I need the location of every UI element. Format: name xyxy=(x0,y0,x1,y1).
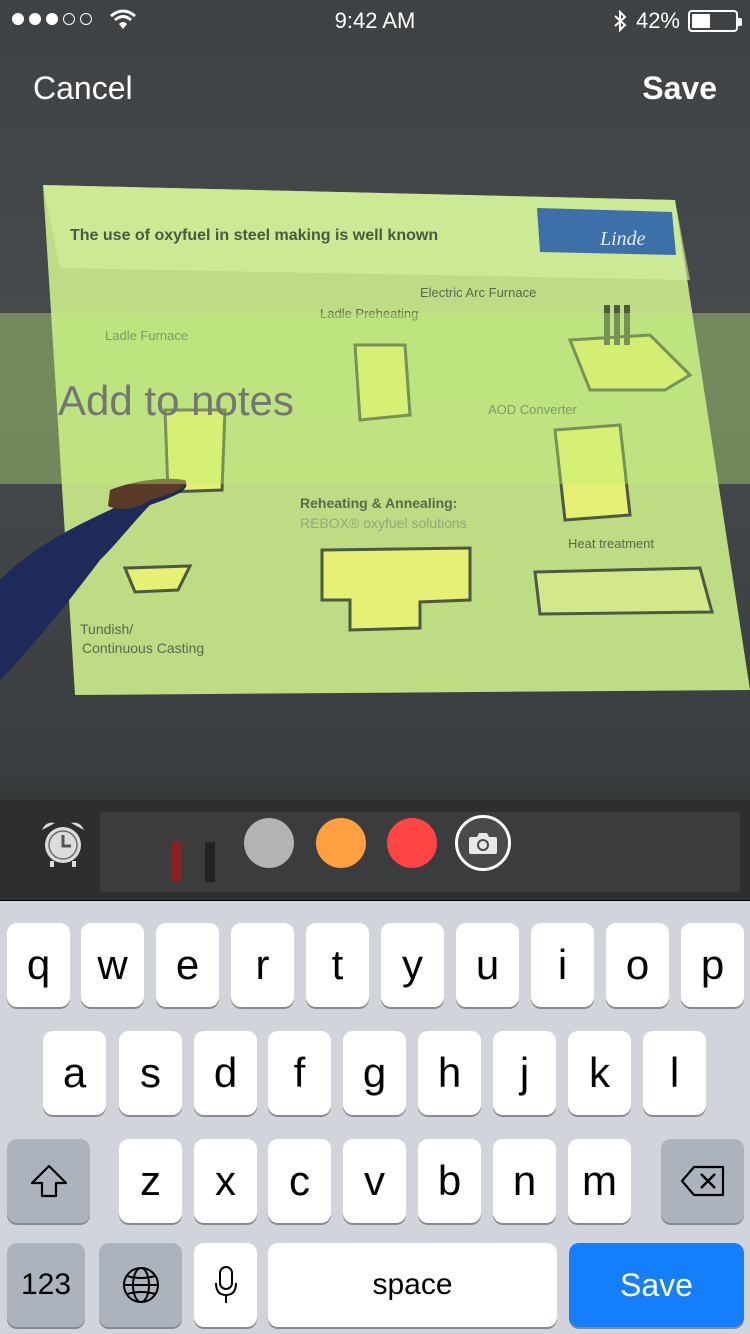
key-s[interactable]: s xyxy=(119,1031,182,1115)
key-t[interactable]: t xyxy=(306,923,369,1007)
key-b[interactable]: b xyxy=(418,1139,481,1223)
slide-label-rebox: REBOX® oxyfuel solutions xyxy=(300,515,467,531)
slide-label-tundish: Tundish/ xyxy=(80,621,133,637)
shift-key[interactable] xyxy=(7,1139,90,1223)
notes-input[interactable] xyxy=(58,377,698,425)
numbers-key[interactable]: 123 xyxy=(7,1243,85,1327)
slide-label-casting: Continuous Casting xyxy=(82,640,204,656)
key-c[interactable]: c xyxy=(268,1139,331,1223)
keyboard: q w e r t y u i o p a s d f g h j k l z … xyxy=(0,901,750,1334)
key-l[interactable]: l xyxy=(643,1031,706,1115)
battery-level xyxy=(692,14,710,28)
keyboard-save-key[interactable]: Save xyxy=(569,1243,744,1327)
color-orange-button[interactable] xyxy=(316,818,366,868)
save-button[interactable]: Save xyxy=(642,70,717,107)
slide-label-reheating: Reheating & Annealing: xyxy=(300,495,457,511)
key-i[interactable]: i xyxy=(531,923,594,1007)
key-g[interactable]: g xyxy=(343,1031,406,1115)
slide-label-heat-treatment: Heat treatment xyxy=(568,536,654,551)
color-gray-button[interactable] xyxy=(244,818,294,868)
shift-icon xyxy=(30,1164,67,1198)
alarm-clock-icon[interactable] xyxy=(38,818,88,868)
key-j[interactable]: j xyxy=(493,1031,556,1115)
camera-button[interactable] xyxy=(455,815,511,871)
camera-icon xyxy=(469,833,497,854)
slide-label-eaf: Electric Arc Furnace xyxy=(420,285,536,300)
slide-logo: Linde xyxy=(599,228,646,250)
bluetooth-icon xyxy=(614,9,627,33)
key-p[interactable]: p xyxy=(681,923,744,1007)
key-u[interactable]: u xyxy=(456,923,519,1007)
cancel-button[interactable]: Cancel xyxy=(33,70,133,107)
globe-key[interactable] xyxy=(99,1243,182,1327)
key-k[interactable]: k xyxy=(568,1031,631,1115)
backspace-icon xyxy=(680,1165,724,1197)
key-e[interactable]: e xyxy=(156,923,219,1007)
slide-title: The use of oxyfuel in steel making is we… xyxy=(70,227,438,244)
microphone-icon xyxy=(214,1266,237,1303)
key-d[interactable]: d xyxy=(194,1031,257,1115)
space-key[interactable]: space xyxy=(268,1243,557,1327)
key-a[interactable]: a xyxy=(43,1031,106,1115)
globe-icon xyxy=(122,1267,159,1303)
key-v[interactable]: v xyxy=(343,1139,406,1223)
key-q[interactable]: q xyxy=(7,923,70,1007)
status-bar: 9:42 AM 42% xyxy=(0,0,750,40)
color-red-button[interactable] xyxy=(387,818,437,868)
key-y[interactable]: y xyxy=(381,923,444,1007)
key-r[interactable]: r xyxy=(231,923,294,1007)
battery-percent: 42% xyxy=(635,8,680,33)
key-o[interactable]: o xyxy=(606,923,669,1007)
key-x[interactable]: x xyxy=(194,1139,257,1223)
key-m[interactable]: m xyxy=(568,1139,631,1223)
key-h[interactable]: h xyxy=(418,1031,481,1115)
battery-icon xyxy=(688,10,742,32)
delete-key[interactable] xyxy=(661,1139,744,1223)
key-f[interactable]: f xyxy=(268,1031,331,1115)
key-w[interactable]: w xyxy=(81,923,144,1007)
dictation-key[interactable] xyxy=(194,1243,257,1327)
key-n[interactable]: n xyxy=(493,1139,556,1223)
key-z[interactable]: z xyxy=(119,1139,182,1223)
